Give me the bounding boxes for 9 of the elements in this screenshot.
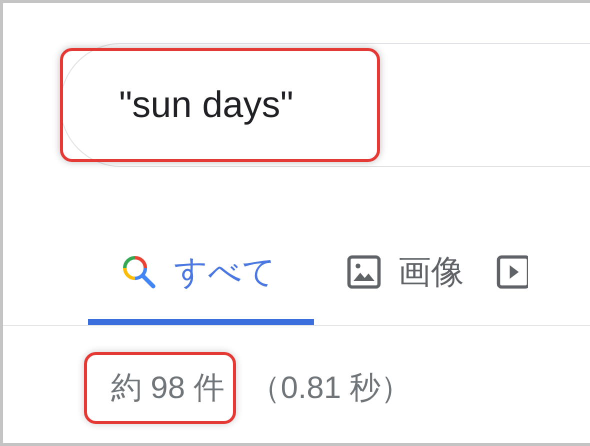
search-query: "sun days" bbox=[60, 48, 380, 162]
play-icon bbox=[496, 254, 528, 290]
result-count: 約 98 件 bbox=[84, 352, 236, 424]
search-icon bbox=[120, 253, 158, 291]
search-field[interactable]: "sun days" bbox=[60, 43, 590, 167]
search-tab[interactable]: すべて bbox=[88, 225, 314, 325]
search-time: （0.81 秒） bbox=[250, 369, 412, 407]
image-icon bbox=[346, 254, 382, 290]
search-tab[interactable]: 画像 bbox=[346, 225, 464, 325]
